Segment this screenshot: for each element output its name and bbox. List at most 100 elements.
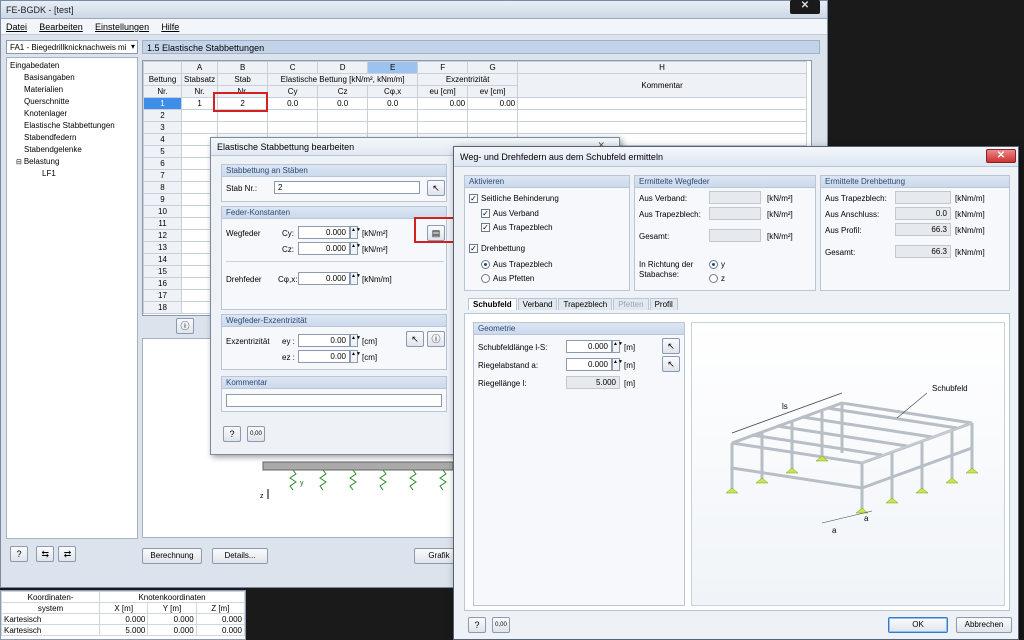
cz-input[interactable]: 0.000 <box>298 242 350 255</box>
cell-kommentar[interactable] <box>517 97 807 110</box>
tab-trapezblech[interactable]: Trapezblech <box>558 298 613 310</box>
aus-trapez-radio[interactable] <box>481 260 490 269</box>
g-abstand-spinner[interactable]: ▲▼ <box>612 358 623 371</box>
nav-materialien[interactable]: Materialien <box>10 84 134 96</box>
row-number[interactable]: 16 <box>143 277 182 290</box>
cphi-spinner[interactable]: ▲▼ <box>350 272 361 285</box>
row-number[interactable]: 12 <box>143 229 182 242</box>
richtung-z-radio[interactable] <box>709 274 718 283</box>
cy-input[interactable]: 0.000 <box>298 226 350 239</box>
row-number[interactable]: 2 <box>143 109 182 122</box>
pick-len-icon[interactable]: ↖ <box>662 338 680 354</box>
row-number[interactable]: 9 <box>143 193 182 206</box>
details-button[interactable]: Details... <box>212 548 268 564</box>
cell-ev[interactable]: 0.00 <box>467 97 519 110</box>
row-number[interactable]: 13 <box>143 241 182 254</box>
seitliche-checkbox[interactable]: ✓ <box>469 194 478 203</box>
grid-cell[interactable] <box>217 121 269 134</box>
g-len-input[interactable]: 0.000 <box>566 340 612 353</box>
nav-stabendgelenke[interactable]: Stabendgelenke <box>10 144 134 156</box>
aus-pfetten-radio[interactable] <box>481 274 490 283</box>
dlg1-help-icon[interactable]: ? <box>223 426 241 442</box>
grid-cell[interactable] <box>317 121 369 134</box>
pick-stab-icon[interactable]: ↖ <box>427 180 445 196</box>
cell-cy[interactable]: 0.0 <box>267 97 319 110</box>
ey-spinner[interactable]: ▲▼ <box>350 334 361 347</box>
row-number[interactable]: 17 <box>143 289 182 302</box>
row-number[interactable]: 7 <box>143 169 182 182</box>
grid-cell[interactable] <box>517 121 807 134</box>
cphi-input[interactable]: 0.000 <box>298 272 350 285</box>
row-number[interactable]: 1 <box>143 97 182 110</box>
close-icon[interactable]: ✕ <box>790 0 820 14</box>
pick-exz-icon[interactable]: ↖ <box>406 331 424 347</box>
row-number[interactable]: 8 <box>143 181 182 194</box>
g-len-spinner[interactable]: ▲▼ <box>612 340 623 353</box>
row-number[interactable]: 3 <box>143 121 182 134</box>
grid-cell[interactable] <box>267 121 319 134</box>
row-number[interactable]: 15 <box>143 265 182 278</box>
aus-trapez-checkbox[interactable]: ✓ <box>481 223 490 232</box>
grid-cell[interactable] <box>267 109 319 122</box>
stab-input[interactable]: 2 <box>274 181 420 194</box>
grid-cell[interactable] <box>180 121 219 134</box>
row-number[interactable]: 5 <box>143 145 182 158</box>
ez-input[interactable]: 0.00 <box>298 350 350 363</box>
drehbettung-checkbox[interactable]: ✓ <box>469 244 478 253</box>
row-number[interactable]: 14 <box>143 253 182 266</box>
cell-cz[interactable]: 0.0 <box>317 97 369 110</box>
row-number[interactable]: 4 <box>143 133 182 146</box>
tab-verband[interactable]: Verband <box>517 298 558 310</box>
menu-einstellungen[interactable]: Einstellungen <box>95 22 149 32</box>
menu-hilfe[interactable]: Hilfe <box>161 22 179 32</box>
menu-datei[interactable]: Datei <box>6 22 27 32</box>
cz-spinner[interactable]: ▲▼ <box>350 242 361 255</box>
nav-knotenlager[interactable]: Knotenlager <box>10 108 134 120</box>
grid-cell[interactable] <box>367 109 419 122</box>
nav-belastung[interactable]: ⊟ Belastung <box>10 156 134 168</box>
pick-abstand-icon[interactable]: ↖ <box>662 356 680 372</box>
g-abstand-input[interactable]: 0.000 <box>566 358 612 371</box>
case-combo[interactable]: FA1 - Biegedrillknicknachweis mi ▾ <box>6 40 138 54</box>
export-icon[interactable]: ⇆ <box>36 546 55 562</box>
table-row[interactable]: Kartesisch 5.000 0.000 0.000 <box>0 624 246 636</box>
table-row[interactable]: Kartesisch 0.000 0.000 0.000 <box>0 613 246 625</box>
grid-cell[interactable] <box>517 109 807 122</box>
row-number[interactable]: 6 <box>143 157 182 170</box>
richtung-y-radio[interactable] <box>709 260 718 269</box>
row-number[interactable]: 10 <box>143 205 182 218</box>
import-icon[interactable]: ⇄ <box>58 546 77 562</box>
help-icon[interactable]: ? <box>10 546 28 562</box>
kommentar-input[interactable] <box>226 394 442 407</box>
dlg2-help-icon[interactable]: ? <box>468 617 486 633</box>
tab-schubfeld[interactable]: Schubfeld <box>468 298 517 310</box>
grid-cell[interactable] <box>467 109 519 122</box>
grid-cell[interactable] <box>467 121 519 134</box>
dlg2-units-icon[interactable]: 0,00 <box>492 617 510 633</box>
ok-button[interactable]: OK <box>888 617 948 633</box>
aus-verband-checkbox[interactable]: ✓ <box>481 209 490 218</box>
cell-cphi[interactable]: 0.0 <box>367 97 419 110</box>
cancel-button[interactable]: Abbrechen <box>956 617 1012 633</box>
cell-eu[interactable]: 0.00 <box>417 97 469 110</box>
nav-lf1[interactable]: LF1 <box>10 168 134 180</box>
cy-spinner[interactable]: ▲▼ <box>350 226 361 239</box>
info-icon[interactable]: ⓘ <box>176 318 194 334</box>
nav-stabendfedern[interactable]: Stabendfedern <box>10 132 134 144</box>
table-row[interactable]: 3 <box>143 121 807 134</box>
tab-profil[interactable]: Profil <box>649 298 678 310</box>
nav-basisangaben[interactable]: Basisangaben <box>10 72 134 84</box>
nav-eingabedaten[interactable]: Eingabedaten <box>10 60 134 72</box>
dlg2-close-icon[interactable]: ✕ <box>986 149 1016 163</box>
calc-button[interactable]: Berechnung <box>142 548 202 564</box>
grid-cell[interactable] <box>417 109 469 122</box>
grid-cell[interactable] <box>367 121 419 134</box>
dlg1-units-icon[interactable]: 0,00 <box>247 426 265 442</box>
nav-stabbettungen[interactable]: Elastische Stabbettungen <box>10 120 134 132</box>
nav-querschnitte[interactable]: Querschnitte <box>10 96 134 108</box>
ez-spinner[interactable]: ▲▼ <box>350 350 361 363</box>
row-number[interactable]: 11 <box>143 217 182 230</box>
grid-cell[interactable] <box>317 109 369 122</box>
menu-bearbeiten[interactable]: Bearbeiten <box>39 22 83 32</box>
exz-info-icon[interactable]: ⓘ <box>427 331 445 347</box>
